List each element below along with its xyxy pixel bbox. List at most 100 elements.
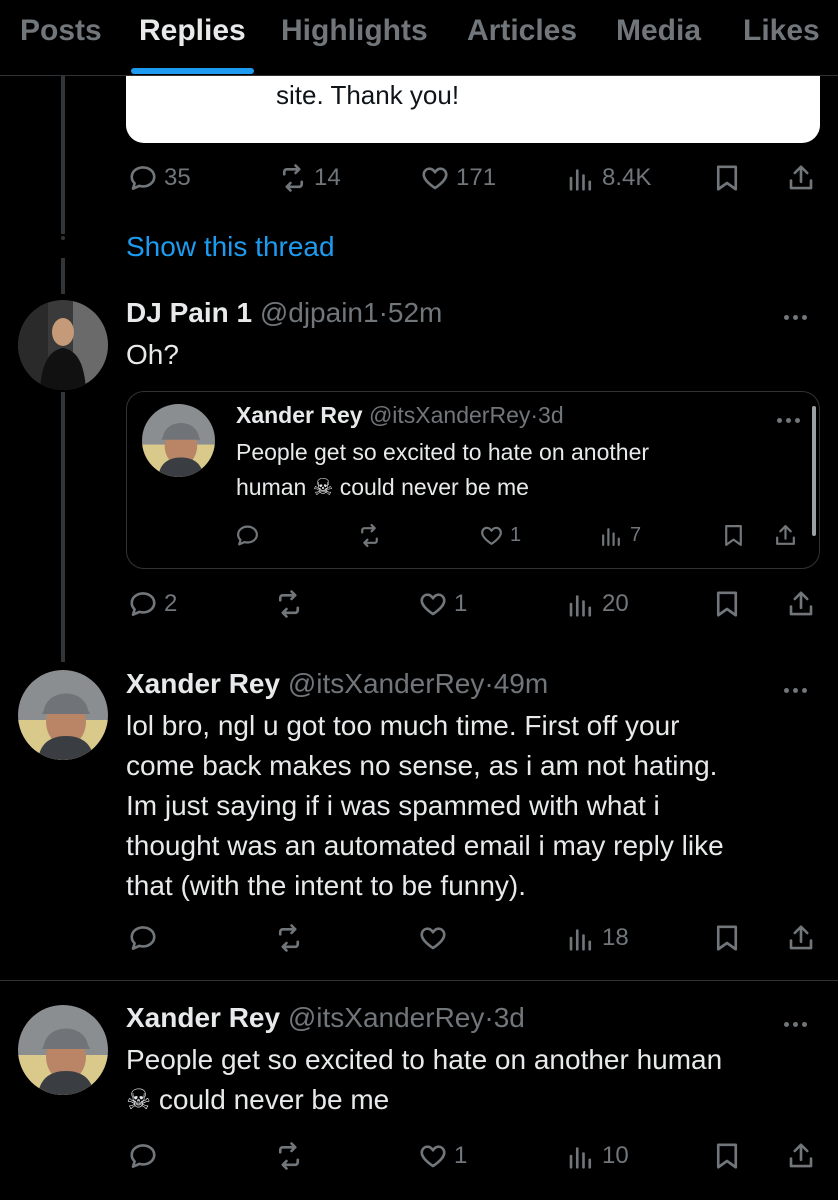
views-icon [602,527,620,546]
like-button[interactable]: 1 [479,515,521,555]
repost-button[interactable] [274,584,304,624]
tweet-line: come back makes no sense, as i am not ha… [126,750,718,781]
repost-button[interactable]: 14 [278,158,341,198]
quote-line: human ☠ could never be me [236,474,529,501]
share-button[interactable] [773,515,798,555]
divider [0,980,838,981]
tab-replies[interactable]: Replies [139,14,246,48]
tab-highlights[interactable]: Highlights [281,14,428,48]
bookmark-icon [716,1143,738,1169]
avatar-photo [142,404,215,477]
views-button[interactable]: 18 [566,918,629,958]
more-button[interactable] [777,410,807,423]
repost-icon [278,924,300,952]
bookmark-button[interactable] [712,158,742,198]
repost-button[interactable] [274,918,304,958]
skull-emoji: ☠ [312,475,334,501]
like-button[interactable]: 1 [418,1136,467,1176]
tweet-header: Xander Rey @itsXanderRey·49m [126,668,548,700]
separator: · [484,668,494,699]
tweet-actions: 35 14 171 8.4K [0,158,838,198]
tweet-line: that (with the intent to be funny). [126,870,527,901]
display-name[interactable]: DJ Pain 1 [126,297,252,328]
share-icon [789,925,813,950]
share-button[interactable] [786,1136,816,1176]
tab-articles[interactable]: Articles [467,14,577,48]
repost-button[interactable] [274,1136,304,1176]
more-button[interactable] [784,307,814,320]
tweet-line: ☠ could never be me [126,1083,390,1116]
card-text: site. Thank you! [276,80,460,110]
reply-icon [130,592,156,616]
display-name[interactable]: Xander Rey [126,1002,280,1033]
avatar[interactable] [18,300,108,390]
tweet-text: lol bro, ngl u got too much time. First … [126,706,724,906]
avatar-photo [18,1005,108,1095]
like-icon [422,167,448,190]
reply-button[interactable]: 2 [128,584,177,624]
timestamp[interactable]: 3d [538,402,564,428]
share-button[interactable] [786,158,816,198]
tweet-line: Im just saying if i was spammed with wha… [126,790,660,821]
bookmark-button[interactable] [712,1136,742,1176]
like-button[interactable]: 171 [420,158,496,198]
reply-button[interactable]: 35 [128,158,191,198]
timestamp[interactable]: 49m [494,668,548,699]
views-button[interactable]: 10 [566,1136,629,1176]
active-tab-indicator [131,68,254,74]
bookmark-icon [716,165,738,191]
tab-posts[interactable]: Posts [20,14,102,48]
share-icon [776,524,795,545]
separator: · [484,1002,494,1033]
bookmark-icon [716,925,738,951]
avatar[interactable] [18,670,108,760]
separator: · [378,297,388,328]
reply-icon [130,926,156,950]
quote-actions: 1 7 [127,515,821,555]
display-name[interactable]: Xander Rey [126,668,280,699]
tab-media[interactable]: Media [616,14,701,48]
display-name[interactable]: Xander Rey [236,402,363,428]
more-button[interactable] [784,680,814,693]
bookmark-button[interactable] [721,515,746,555]
share-button[interactable] [786,584,816,624]
reply-icon [237,525,258,545]
handle[interactable]: @itsXanderRey [288,1002,485,1033]
handle[interactable]: @itsXanderRey [369,402,530,428]
timestamp[interactable]: 52m [388,297,442,328]
reply-button[interactable] [128,918,158,958]
handle[interactable]: @djpain1 [260,297,379,328]
handle[interactable]: @itsXanderRey [288,668,485,699]
views-button[interactable]: 20 [566,584,629,624]
timestamp[interactable]: 3d [494,1002,525,1033]
like-button[interactable] [418,918,448,958]
share-icon [789,591,813,616]
like-icon [420,1145,446,1168]
tweet-text: Oh? [126,339,179,370]
repost-button[interactable] [357,515,382,555]
reply-button[interactable] [235,515,260,555]
tab-likes[interactable]: Likes [743,14,820,48]
like-button[interactable]: 1 [418,584,467,624]
share-button[interactable] [786,918,816,958]
like-icon [481,526,502,545]
quote-avatar[interactable] [142,404,215,477]
avatar[interactable] [18,1005,108,1095]
thread-line [61,76,65,234]
repost-icon [361,523,378,547]
tweet-line: People get so excited to hate on another… [126,1044,723,1075]
like-icon [420,927,446,950]
repost-icon [278,1142,300,1170]
more-button[interactable] [784,1014,814,1027]
thread-gap-dots [61,236,65,240]
views-button[interactable]: 7 [599,515,641,555]
bookmark-button[interactable] [712,584,742,624]
tweet-line: lol bro, ngl u got too much time. First … [126,710,680,741]
views-button[interactable]: 8.4K [566,158,651,198]
tweet-actions: 1 10 [0,1136,838,1176]
show-thread-link[interactable]: Show this thread [126,231,335,263]
quoted-tweet[interactable]: Xander Rey @itsXanderRey·3d People get s… [126,391,820,569]
reply-button[interactable] [128,1136,158,1176]
bookmark-button[interactable] [712,918,742,958]
share-icon [789,1143,813,1168]
